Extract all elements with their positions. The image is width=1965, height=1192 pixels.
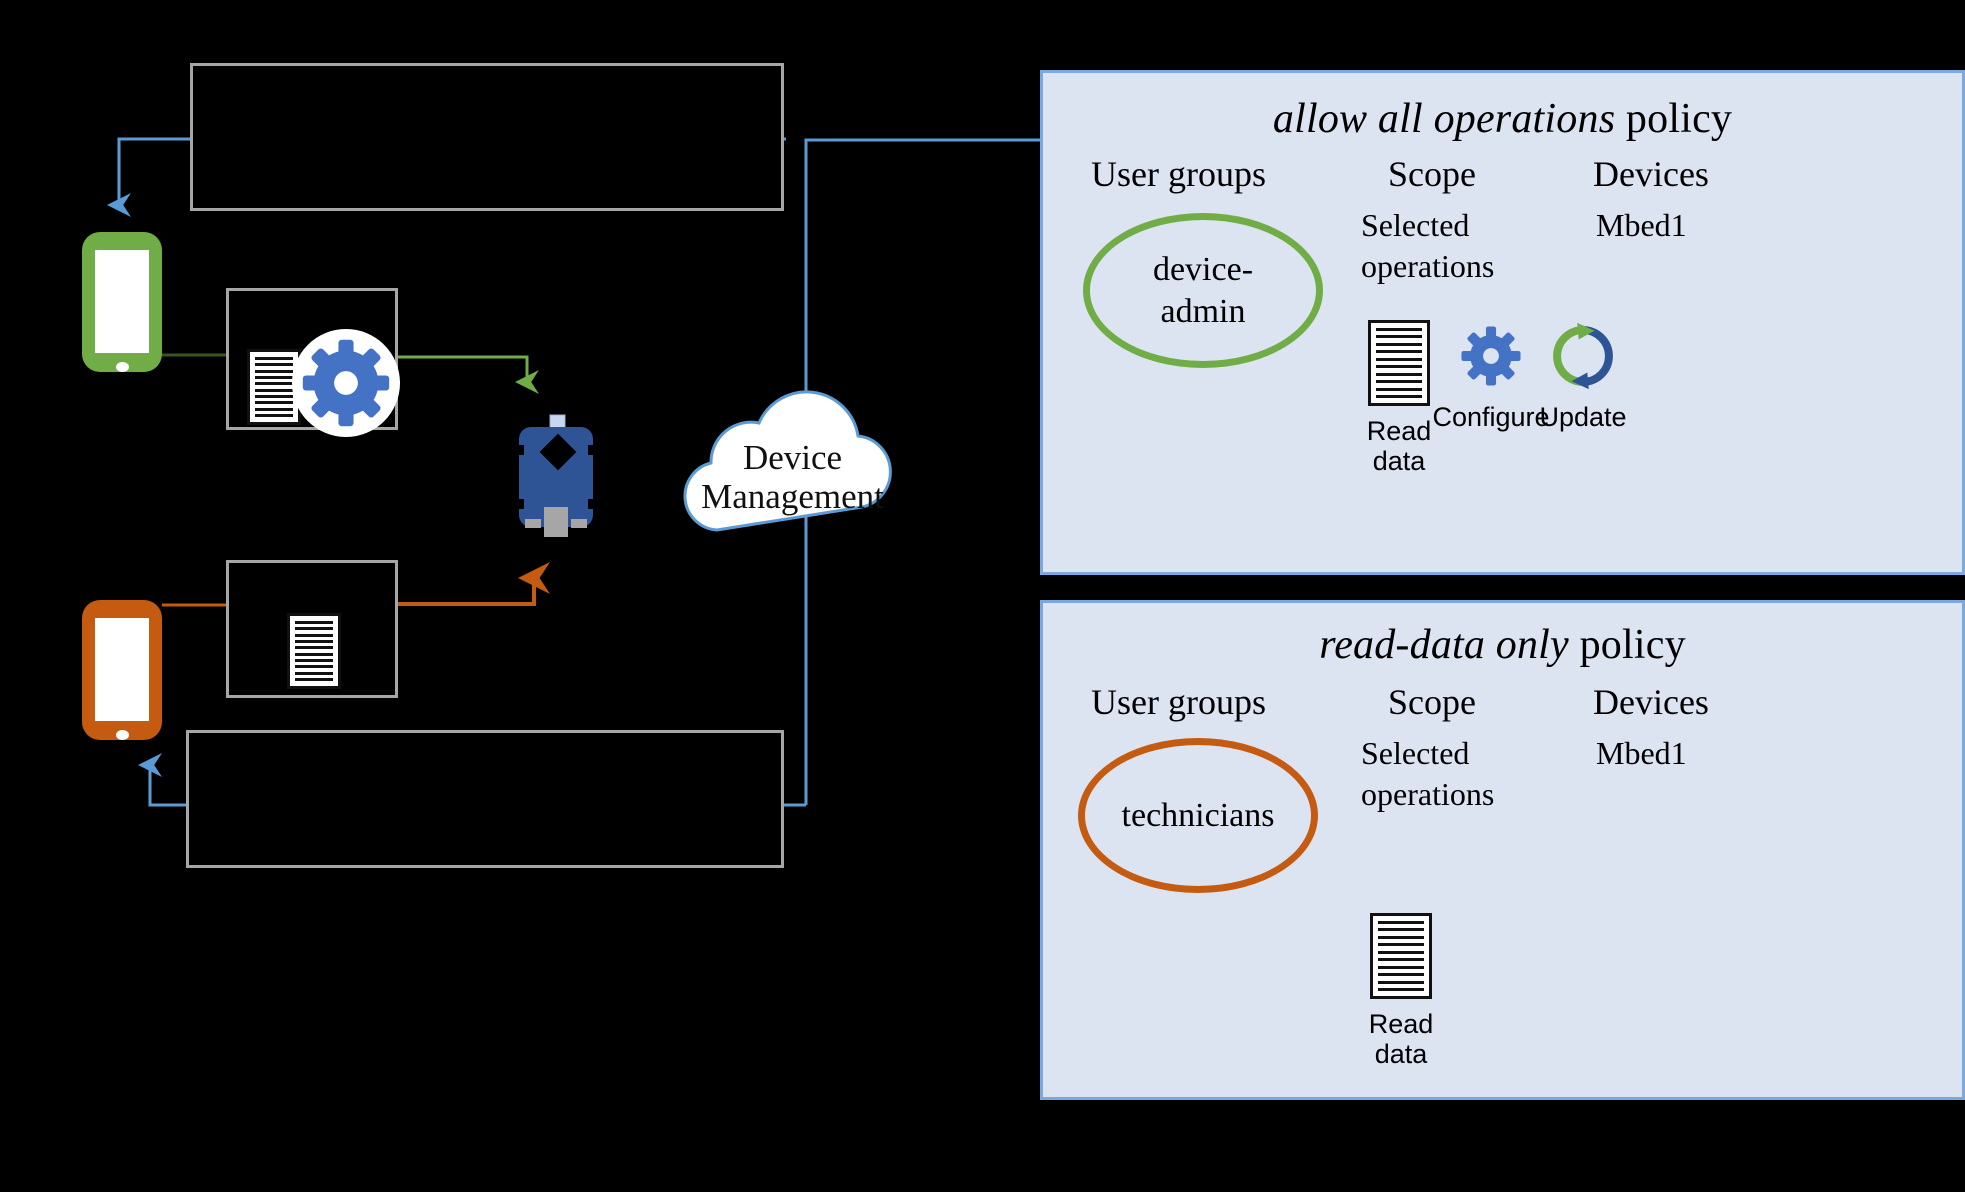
scope-heading: Scope — [1388, 682, 1476, 722]
operation-label: Configure — [1432, 402, 1550, 432]
read-data-only-policy-panel: read-data only policy User groups Scope … — [1040, 600, 1965, 1100]
cloud-label: Device Management — [701, 438, 884, 517]
allow-all-operations-policy-panel: allow all operations policy User groups … — [1040, 70, 1965, 575]
configure-action-box — [226, 288, 400, 437]
panel-title: allow all operations policy — [1043, 95, 1962, 143]
gear-icon — [1455, 320, 1527, 392]
devices-heading: Devices — [1593, 682, 1709, 722]
phone-screen — [95, 250, 149, 353]
scope-heading: Scope — [1388, 154, 1476, 194]
document-icon — [1370, 913, 1432, 999]
user-groups-heading: User groups — [1091, 154, 1266, 194]
operation-configure[interactable]: Configure — [1432, 320, 1550, 432]
panel-title-rest: policy — [1568, 622, 1686, 668]
gear-icon — [302, 339, 390, 427]
technician-phone[interactable] — [82, 600, 162, 740]
top-annotation-box — [190, 63, 784, 211]
panel-title: read-data only policy — [1043, 621, 1962, 669]
scope-value: Selected operations — [1361, 735, 1495, 812]
panel-title-rest: policy — [1615, 96, 1733, 142]
document-icon — [1368, 320, 1430, 406]
operation-read-data[interactable]: Read data — [1353, 320, 1445, 476]
gear-badge — [292, 329, 400, 437]
panel-title-emphasis: read-data only — [1319, 622, 1569, 668]
operation-label: Read data — [1368, 1009, 1434, 1070]
phone-home-button — [115, 729, 129, 740]
panel-title-emphasis: allow all operations — [1272, 96, 1616, 142]
operations-list: Read data — [1355, 913, 1447, 1069]
devices-heading: Devices — [1593, 154, 1709, 194]
scope-value: Selected operations — [1361, 207, 1495, 284]
operation-label: Update — [1539, 402, 1627, 432]
device-admin-phone[interactable] — [82, 232, 162, 372]
operation-read-data[interactable]: Read data — [1355, 913, 1447, 1069]
user-group-label: device- admin — [1152, 251, 1254, 330]
diagram-canvas: Device Management allow all operations p… — [0, 0, 1965, 1192]
read-action-box — [226, 560, 398, 698]
user-groups-heading: User groups — [1091, 682, 1266, 722]
document-icon — [287, 613, 341, 689]
sync-icon — [1547, 320, 1619, 392]
user-group-ellipse: technicians — [1078, 738, 1318, 893]
operations-list: Read data — [1353, 320, 1629, 476]
mbed-device-icon — [513, 414, 599, 537]
devices-value: Mbed1 — [1596, 735, 1687, 771]
bottom-annotation-box — [186, 730, 784, 868]
user-group-label: technicians — [1121, 796, 1275, 834]
devices-value: Mbed1 — [1596, 207, 1687, 243]
phone-screen — [95, 618, 149, 721]
user-group-ellipse: device- admin — [1083, 213, 1323, 368]
operation-update[interactable]: Update — [1537, 320, 1629, 432]
device-management-cloud: Device Management — [655, 390, 930, 535]
operation-label: Read data — [1366, 416, 1432, 477]
phone-home-button — [115, 361, 129, 372]
